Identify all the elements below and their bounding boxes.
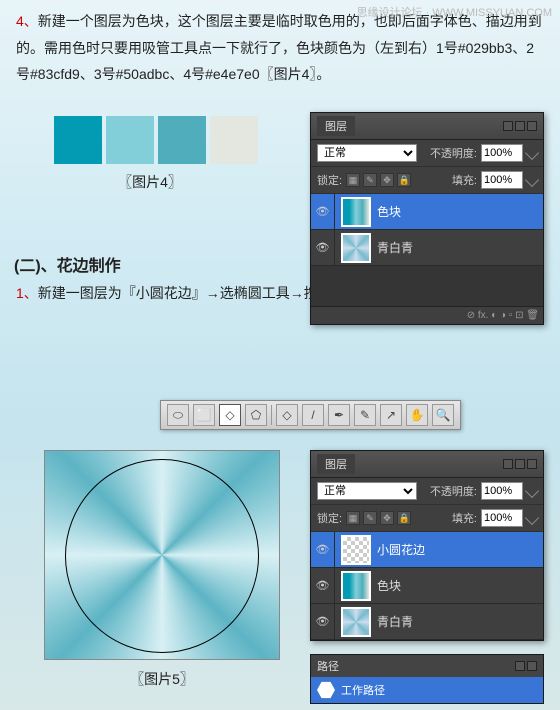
blend-row: 正常 不透明度: (311, 140, 543, 167)
step-text: 新建一个图层为色块，这个图层主要是临时取色用的，也即后面字体色、描边用到的。需用… (16, 13, 542, 82)
opacity-label: 不透明度: (430, 483, 477, 499)
visibility-icon[interactable]: 👁 (311, 568, 335, 603)
layers-panel-1: 图层 正常 不透明度: 锁定: ▦✎✥🔒 填充: 👁 色块 👁 青白青 ⊘ fx… (310, 112, 544, 325)
opacity-input[interactable] (481, 144, 523, 162)
dropdown-icon[interactable] (525, 173, 539, 187)
tool-line[interactable]: / (302, 404, 324, 426)
swatch-3 (158, 116, 206, 164)
panel-controls[interactable] (503, 121, 537, 131)
path-name: 工作路径 (341, 682, 385, 698)
layer-bg[interactable]: 👁 青白青 (311, 230, 543, 266)
panel-controls[interactable] (503, 459, 537, 469)
layer-name: 青白青 (377, 613, 413, 630)
layer-name: 色块 (377, 203, 401, 220)
layer-thumb (341, 197, 371, 227)
opacity-label: 不透明度: (430, 145, 477, 161)
layer-list: 👁 小圆花边 👁 色块 👁 青白青 (311, 532, 543, 640)
tool-ellipse[interactable]: ⬭ (167, 404, 189, 426)
work-path-row[interactable]: 工作路径 (311, 677, 543, 703)
layer-thumb (341, 571, 371, 601)
swatch-2 (106, 116, 154, 164)
layer-circle[interactable]: 👁 小圆花边 (311, 532, 543, 568)
shape-toolbar: ⬭ ⬜ ◇ ⬠ ◇ / ✒ ✎ ↗ ✋ 🔍 (160, 400, 461, 430)
layer-thumb (341, 535, 371, 565)
tool-hand[interactable]: ✋ (406, 404, 428, 426)
panel-header: 图层 (311, 113, 543, 140)
layer-name: 青白青 (377, 239, 413, 256)
watermark: 思缘设计论坛 · WWW.MISSYUAN.COM (356, 4, 552, 20)
paths-panel: 路径 工作路径 (310, 654, 544, 704)
dropdown-icon[interactable] (525, 146, 539, 160)
visibility-icon[interactable]: 👁 (311, 604, 335, 639)
lock-label: 锁定: (317, 172, 342, 188)
blend-row: 正常 不透明度: (311, 478, 543, 505)
fill-label: 填充: (452, 172, 477, 188)
opacity-input[interactable] (481, 482, 523, 500)
layer-name: 小圆花边 (377, 541, 425, 558)
layer-name: 色块 (377, 577, 401, 594)
tool-pencil[interactable]: ✎ (354, 404, 376, 426)
circle-path (65, 459, 259, 653)
layer-bg[interactable]: 👁 青白青 (311, 604, 543, 640)
fill-label: 填充: (452, 510, 477, 526)
lock-label: 锁定: (317, 510, 342, 526)
swatch-4 (210, 116, 258, 164)
blend-mode-select[interactable]: 正常 (317, 482, 417, 500)
dropdown-icon[interactable] (525, 511, 539, 525)
caption-4: 〖图片4〗 (0, 172, 300, 192)
panel-tab[interactable]: 图层 (317, 454, 355, 474)
lock-icons[interactable]: ▦✎✥🔒 (346, 173, 411, 187)
tool-zoom[interactable]: 🔍 (432, 404, 454, 426)
visibility-icon[interactable]: 👁 (311, 230, 335, 265)
tool-custom[interactable]: ⬠ (245, 404, 267, 426)
panel-footer: ⊘ fx. ◐ ◑ ▫ ⊡ 🗑 (311, 306, 543, 324)
tool-poly[interactable]: ◇ (219, 404, 241, 426)
paths-header: 路径 (311, 655, 543, 677)
fill-input[interactable] (481, 171, 523, 189)
blend-mode-select[interactable]: 正常 (317, 144, 417, 162)
step-number: 4、 (16, 13, 38, 29)
path-thumb-icon (317, 681, 335, 699)
layer-swatches[interactable]: 👁 色块 (311, 568, 543, 604)
layer-list: 👁 色块 👁 青白青 (311, 194, 543, 306)
circle-preview (44, 450, 280, 660)
tool-arrow[interactable]: ↗ (380, 404, 402, 426)
lock-icons[interactable]: ▦✎✥🔒 (346, 511, 411, 525)
layer-swatches[interactable]: 👁 色块 (311, 194, 543, 230)
paths-tab[interactable]: 路径 (317, 658, 339, 674)
layer-thumb (341, 233, 371, 263)
lock-row: 锁定: ▦✎✥🔒 填充: (311, 167, 543, 194)
tool-rect[interactable]: ⬜ (193, 404, 215, 426)
tool-diamond[interactable]: ◇ (276, 404, 298, 426)
layer-thumb (341, 607, 371, 637)
layers-panel-2: 图层 正常 不透明度: 锁定: ▦✎✥🔒 填充: 👁 小圆花边 👁 色块 👁 青… (310, 450, 544, 641)
caption-5: 〖图片5〗 (44, 669, 280, 689)
panel-header: 图层 (311, 451, 543, 478)
panel-tab[interactable]: 图层 (317, 116, 355, 136)
lock-row: 锁定: ▦✎✥🔒 填充: (311, 505, 543, 532)
fill-input[interactable] (481, 509, 523, 527)
visibility-icon[interactable]: 👁 (311, 194, 335, 229)
panel-controls[interactable] (515, 661, 537, 671)
dropdown-icon[interactable] (525, 484, 539, 498)
swatch-1 (54, 116, 102, 164)
visibility-icon[interactable]: 👁 (311, 532, 335, 567)
step-number: 1、 (16, 285, 38, 301)
tool-pen[interactable]: ✒ (328, 404, 350, 426)
